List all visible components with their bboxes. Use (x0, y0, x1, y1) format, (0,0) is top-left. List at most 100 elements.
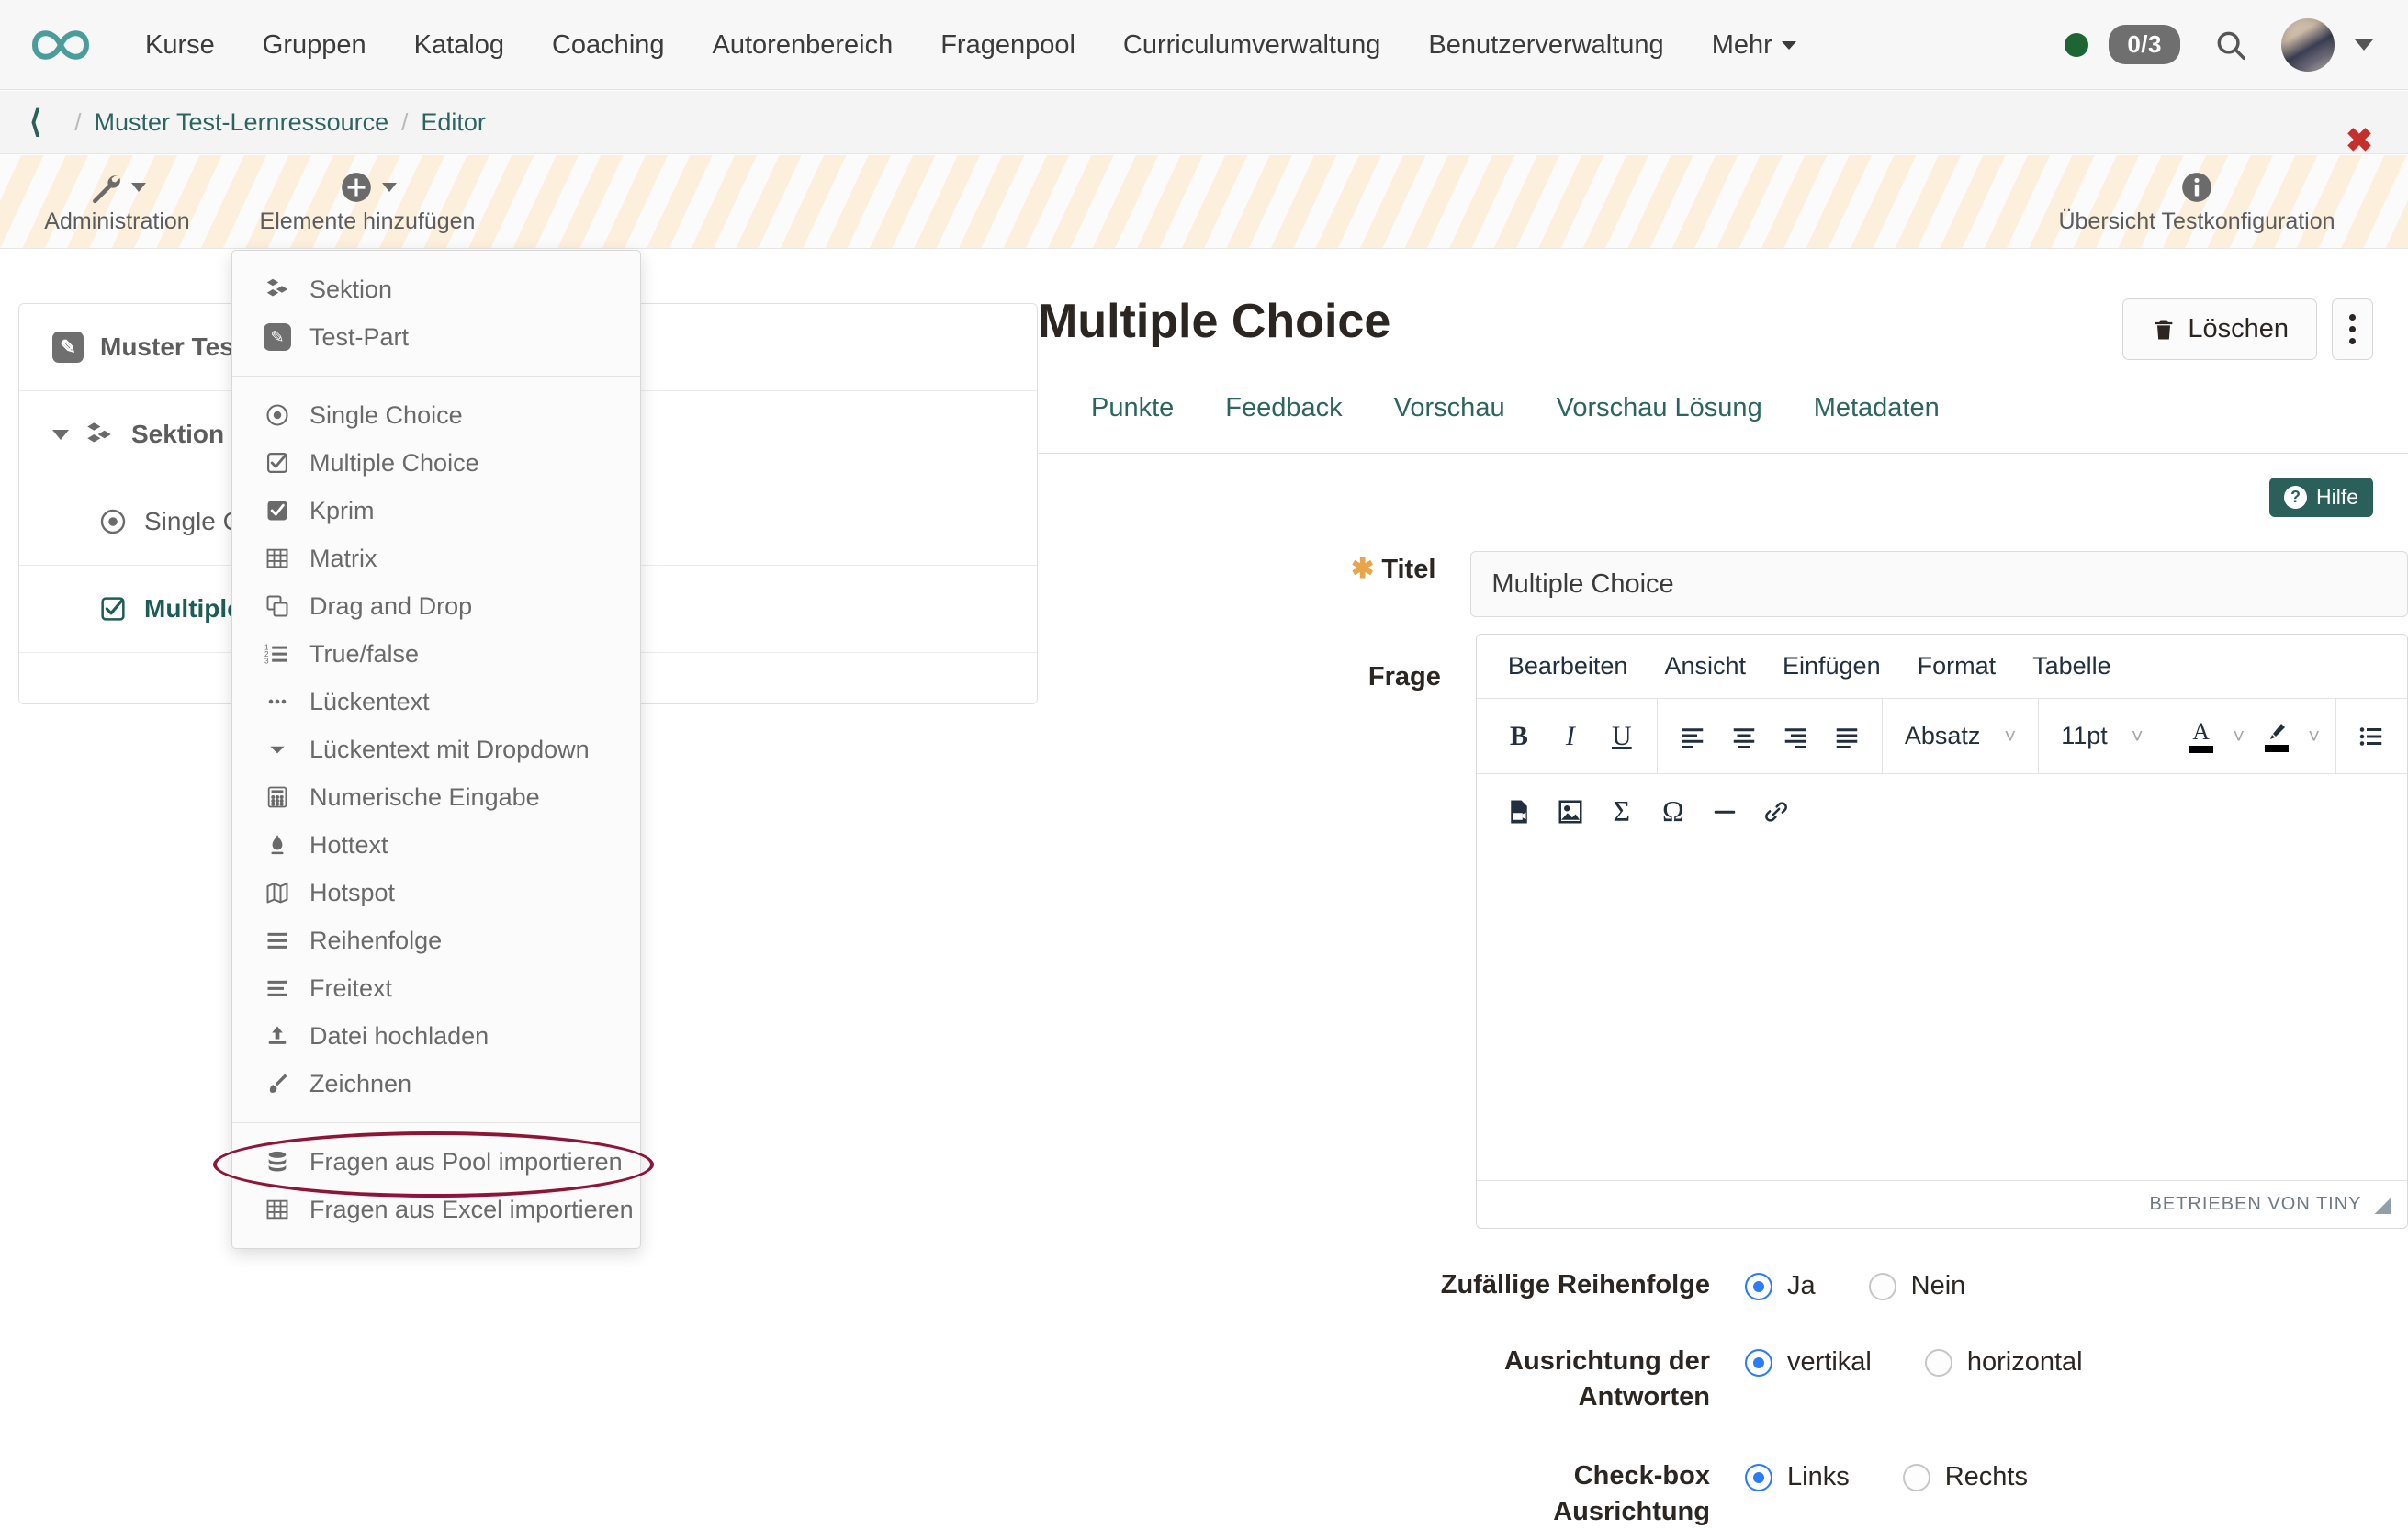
editor-content-area[interactable] (1477, 849, 2407, 1180)
highlight-color-icon[interactable] (2251, 711, 2302, 762)
tab-label: Feedback (1225, 393, 1342, 422)
radio-button[interactable] (1745, 1464, 1772, 1491)
italic-icon[interactable]: I (1545, 711, 1596, 762)
menu-item-zeichnen[interactable]: Zeichnen (232, 1060, 640, 1108)
answer-alignment-option-vertikal[interactable]: vertikal (1745, 1347, 1872, 1378)
task-count-badge[interactable]: 0/3 (2109, 25, 2180, 64)
nav-item-fragenpool[interactable]: Fragenpool (917, 0, 1099, 90)
chevron-down-icon[interactable]: ˅ (2227, 711, 2251, 762)
menu-item-true-false[interactable]: 123 True/false (232, 630, 640, 678)
underline-icon[interactable]: U (1596, 711, 1648, 762)
menu-item-kprim[interactable]: Kprim (232, 487, 640, 534)
random-order-option-nein[interactable]: Nein (1869, 1271, 1966, 1301)
answer-alignment-option-horizontal[interactable]: horizontal (1925, 1347, 2083, 1378)
nav-item-coaching[interactable]: Coaching (528, 0, 689, 90)
menu-item-fragen-aus-pool-importieren[interactable]: Fragen aus Pool importieren (232, 1138, 640, 1186)
search-icon[interactable] (2213, 28, 2248, 62)
menu-item-fragen-aus-excel-importieren[interactable]: Fragen aus Excel importieren (232, 1186, 640, 1233)
align-left-icon[interactable] (1667, 711, 1718, 762)
tab-feedback[interactable]: Feedback (1199, 388, 1367, 423)
brand-logo[interactable] (0, 25, 121, 65)
radio-button[interactable] (1925, 1349, 1952, 1377)
editor-menu-ansicht[interactable]: Ansicht (1648, 645, 1762, 688)
menu-item-single-choice[interactable]: Single Choice (232, 391, 640, 439)
menu-item-label: Drag and Drop (309, 592, 472, 621)
back-button[interactable]: ⟨ (29, 104, 41, 141)
align-center-icon[interactable] (1718, 711, 1770, 762)
menu-item-hottext[interactable]: Hottext (232, 821, 640, 869)
tab-vorschau[interactable]: Vorschau (1368, 388, 1531, 423)
menu-item-label: Hottext (309, 831, 388, 860)
chevron-down-icon[interactable] (2355, 39, 2373, 51)
editor-menu-tabelle[interactable]: Tabelle (2016, 645, 2128, 688)
menu-item-reihenfolge[interactable]: Reihenfolge (232, 917, 640, 964)
checkbox-alignment-option-links[interactable]: Links (1745, 1462, 1850, 1492)
nav-label: Kurse (145, 30, 215, 60)
radio-button[interactable] (1903, 1464, 1930, 1491)
breadcrumb-root-link[interactable]: Muster Test-Lernressource (95, 108, 389, 137)
nav-item-curriculumverwaltung[interactable]: Curriculumverwaltung (1099, 0, 1404, 90)
align-right-icon[interactable] (1770, 711, 1821, 762)
resize-grip-icon[interactable]: ◢ (2375, 1191, 2392, 1218)
nav-item-gruppen[interactable]: Gruppen (239, 0, 390, 90)
text-color-icon[interactable]: A (2176, 711, 2227, 762)
nav-item-katalog[interactable]: Katalog (390, 0, 528, 90)
editor-menu-format[interactable]: Format (1901, 645, 2013, 688)
menu-item-hotspot[interactable]: Hotspot (232, 869, 640, 917)
random-order-option-ja[interactable]: Ja (1745, 1271, 1816, 1301)
title-input[interactable] (1470, 551, 2408, 617)
help-button[interactable]: ? Hilfe (2269, 478, 2373, 517)
menu-item-freitext[interactable]: Freitext (232, 964, 640, 1012)
editor-menu-einfuegen[interactable]: Einfügen (1766, 645, 1897, 688)
numbered-list-icon[interactable]: 123 (2397, 711, 2408, 762)
add-elements-button[interactable]: Elemente hinzufügen (225, 155, 510, 249)
close-icon[interactable]: ✖ (2346, 124, 2373, 157)
menu-item-matrix[interactable]: Matrix (232, 534, 640, 582)
menu-item-numerische-eingabe[interactable]: Numerische Eingabe (232, 773, 640, 821)
link-icon[interactable] (1750, 786, 1802, 838)
special-char-omega-icon[interactable]: Ω (1648, 786, 1699, 838)
tab-metadaten[interactable]: Metadaten (1788, 388, 1965, 423)
caret-down-icon[interactable] (52, 430, 69, 440)
bullet-list-icon[interactable] (2346, 711, 2397, 762)
chevron-down-icon[interactable]: ˅ (2302, 711, 2326, 762)
nav-item-mehr[interactable]: Mehr (1688, 0, 1820, 90)
top-navbar: Kurse Gruppen Katalog Coaching Autorenbe… (0, 0, 2408, 90)
menu-item-drag-and-drop[interactable]: Drag and Drop (232, 582, 640, 630)
delete-button[interactable]: Löschen (2122, 298, 2317, 360)
chevron-down-icon (131, 183, 146, 192)
media-file-icon[interactable] (1493, 786, 1545, 838)
menu-item-sektion[interactable]: Sektion (232, 265, 640, 313)
administration-button[interactable]: Administration (9, 155, 225, 249)
delete-label: Löschen (2188, 314, 2289, 344)
avatar[interactable] (2281, 18, 2335, 72)
tab-punkte[interactable]: Punkte (1065, 388, 1199, 423)
menu-item-lueckentext[interactable]: Lückentext (232, 678, 640, 726)
menu-item-datei-hochladen[interactable]: Datei hochladen (232, 1012, 640, 1060)
breadcrumb-current[interactable]: Editor (421, 108, 486, 137)
toolbar-group-format-select: Absatz ˅ (1883, 699, 2039, 774)
paragraph-format-select[interactable]: Absatz ˅ (1892, 711, 2029, 762)
editor-menu-bearbeiten[interactable]: Bearbeiten (1491, 645, 1645, 688)
nav-item-autorenbereich[interactable]: Autorenbereich (689, 0, 917, 90)
menu-item-multiple-choice[interactable]: Multiple Choice (232, 439, 640, 487)
menu-item-lueckentext-dropdown[interactable]: Lückentext mit Dropdown (232, 726, 640, 773)
more-options-button[interactable] (2332, 298, 2373, 360)
checkbox-outline-icon (262, 450, 293, 476)
radio-button[interactable] (1745, 1273, 1772, 1300)
horizontal-rule-icon[interactable] (1699, 786, 1750, 838)
menu-item-label: Multiple Choice (309, 449, 479, 478)
radio-button[interactable] (1745, 1349, 1772, 1377)
tab-vorschau-loesung[interactable]: Vorschau Lösung (1531, 388, 1788, 423)
font-size-select[interactable]: 11pt ˅ (2048, 711, 2155, 762)
nav-item-benutzerverwaltung[interactable]: Benutzerverwaltung (1404, 0, 1687, 90)
align-justify-icon[interactable] (1821, 711, 1873, 762)
nav-item-kurse[interactable]: Kurse (121, 0, 239, 90)
checkbox-alignment-option-rechts[interactable]: Rechts (1903, 1462, 2028, 1492)
formula-sigma-icon[interactable]: Σ (1596, 786, 1648, 838)
bold-icon[interactable]: B (1493, 711, 1545, 762)
test-config-overview-button[interactable]: Übersicht Testkonfiguration (2004, 155, 2390, 249)
image-icon[interactable] (1545, 786, 1596, 838)
radio-button[interactable] (1869, 1273, 1896, 1300)
menu-item-test-part[interactable]: ✎ Test-Part (232, 313, 640, 361)
